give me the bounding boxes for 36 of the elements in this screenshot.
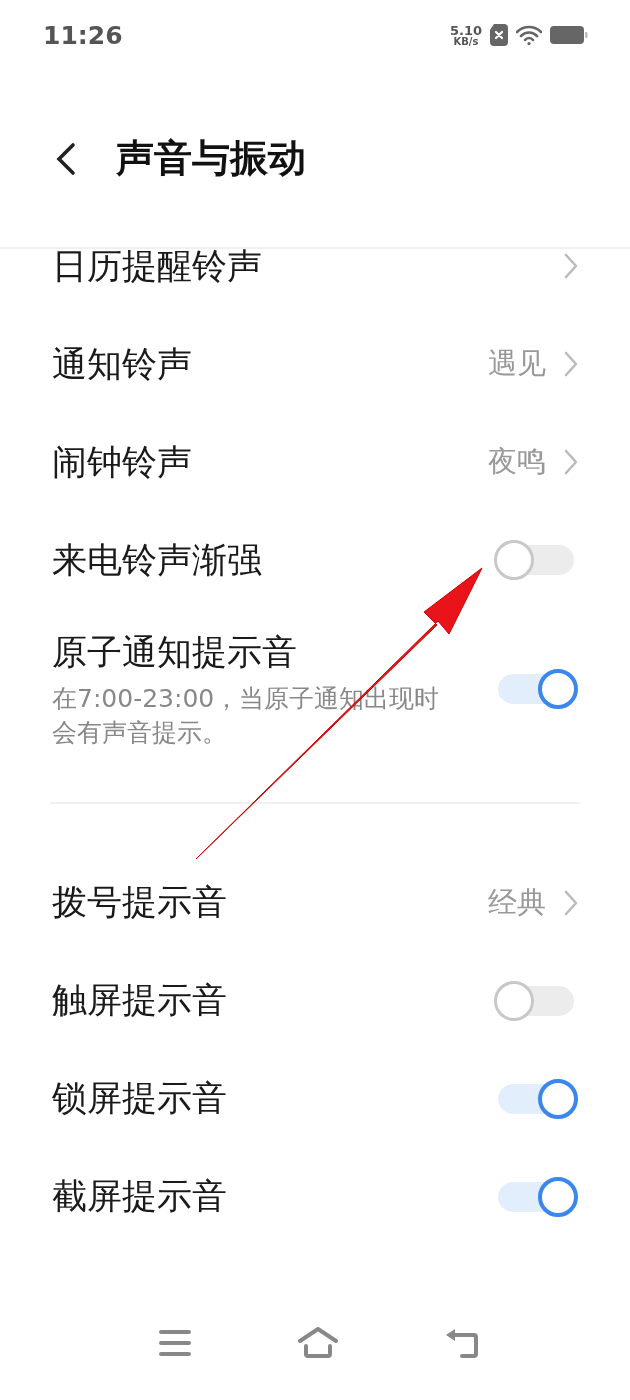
setting-label: 通知铃声 (52, 342, 192, 386)
setting-description: 在7:00-23:00，当原子通知出现时会有声音提示。 (52, 683, 441, 749)
chevron-icon (564, 449, 578, 475)
status-time: 11:26 (43, 20, 123, 50)
setting-label: 截屏提示音 (52, 1175, 227, 1218)
back-icon[interactable] (54, 141, 76, 176)
sim-card-icon (490, 24, 508, 46)
settings-row[interactable]: 来电铃声渐强 (0, 511, 630, 609)
setting-label: 原子通知提示音 (52, 631, 298, 674)
settings-row[interactable]: 闹钟铃声 夜鸣 (0, 413, 630, 511)
setting-value: 经典 (488, 883, 546, 921)
wifi-icon (516, 25, 542, 45)
page-title: 声音与振动 (116, 135, 306, 182)
settings-row[interactable]: 通知铃声 遇见 (0, 315, 630, 413)
chevron-icon (564, 253, 578, 279)
settings-row[interactable]: 触屏提示音 (0, 951, 630, 1050)
battery-icon (550, 25, 588, 45)
settings-row[interactable]: 原子通知提示音 在7:00-23:00，当原子通知出现时会有声音提示。 (0, 609, 630, 770)
setting-label: 来电铃声渐强 (52, 538, 262, 582)
setting-value: 夜鸣 (488, 443, 546, 480)
settings-row[interactable]: 日历提醒铃声 (0, 247, 630, 315)
settings-row[interactable]: 锁屏提示音 (0, 1049, 630, 1148)
menu-icon[interactable] (158, 1327, 192, 1358)
settings-row[interactable]: 拨号提示音 经典 (0, 853, 630, 952)
chevron-icon (564, 889, 578, 916)
setting-label: 闹钟铃声 (52, 440, 192, 484)
network-speed: 5.10 (449, 23, 482, 37)
home-icon[interactable] (297, 1326, 339, 1359)
network-speed-unit: KB/s (453, 36, 479, 47)
setting-label: 拨号提示音 (52, 881, 227, 924)
setting-value: 遇见 (488, 345, 546, 382)
setting-label: 触屏提示音 (52, 979, 227, 1022)
chevron-icon (564, 351, 578, 377)
setting-label: 锁屏提示音 (52, 1077, 227, 1120)
settings-row[interactable]: 截屏提示音 (0, 1147, 630, 1246)
setting-label: 日历提醒铃声 (52, 247, 262, 288)
